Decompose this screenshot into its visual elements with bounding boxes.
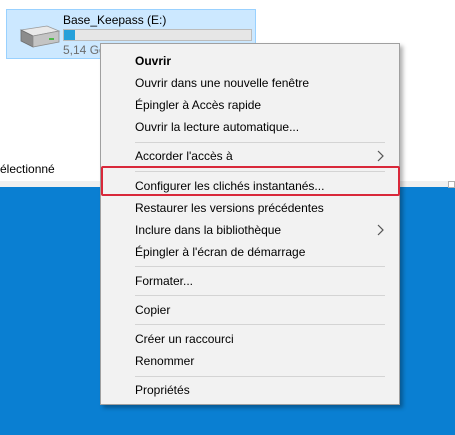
menu-item-label: Épingler à l'écran de démarrage (135, 245, 306, 259)
hard-drive-icon (19, 25, 61, 48)
menu-item-label: Ouvrir dans une nouvelle fenêtre (135, 76, 310, 90)
menu-item-label: Copier (135, 303, 171, 317)
menu-item-open[interactable]: Ouvrir (101, 50, 399, 72)
chevron-right-icon (377, 150, 384, 162)
menu-separator (135, 324, 385, 325)
drive-usage-bar (63, 29, 252, 41)
highlight-annotation-box (101, 166, 400, 196)
menu-item-properties[interactable]: Propriétés (101, 379, 399, 401)
menu-item-label: Accorder l'accès à (135, 149, 233, 163)
drive-name: Base_Keepass (E:) (63, 13, 167, 27)
context-menu: Ouvrir Ouvrir dans une nouvelle fenêtre … (100, 43, 400, 405)
drive-usage-fill (64, 30, 76, 40)
menu-item-label: Formater... (135, 274, 194, 288)
menu-item-label: Ouvrir (135, 54, 172, 68)
menu-item-label: Restaurer les versions précédentes (135, 201, 324, 215)
menu-item-include-in-library[interactable]: Inclure dans la bibliothèque (101, 219, 399, 241)
menu-item-restore-previous-versions[interactable]: Restaurer les versions précédentes (101, 197, 399, 219)
menu-item-pin-to-start[interactable]: Épingler à l'écran de démarrage (101, 241, 399, 263)
menu-item-autoplay[interactable]: Ouvrir la lecture automatique... (101, 116, 399, 138)
menu-item-copy[interactable]: Copier (101, 299, 399, 321)
menu-item-format[interactable]: Formater... (101, 270, 399, 292)
menu-item-label: Inclure dans la bibliothèque (135, 223, 282, 237)
menu-item-give-access[interactable]: Accorder l'accès à (101, 145, 399, 167)
menu-separator (135, 142, 385, 143)
menu-item-open-new-window[interactable]: Ouvrir dans une nouvelle fenêtre (101, 72, 399, 94)
scroll-corner (448, 181, 455, 188)
menu-separator (135, 295, 385, 296)
menu-item-rename[interactable]: Renommer (101, 350, 399, 372)
menu-item-label: Ouvrir la lecture automatique... (135, 120, 300, 134)
menu-item-label: Renommer (135, 354, 195, 368)
menu-item-pin-quick-access[interactable]: Épingler à Accès rapide (101, 94, 399, 116)
menu-item-label: Propriétés (135, 383, 190, 397)
status-bar-text: électionné (0, 162, 55, 176)
menu-item-create-shortcut[interactable]: Créer un raccourci (101, 328, 399, 350)
chevron-right-icon (377, 224, 384, 236)
menu-separator (135, 376, 385, 377)
menu-item-label: Créer un raccourci (135, 332, 234, 346)
menu-item-label: Épingler à Accès rapide (135, 98, 262, 112)
menu-separator (135, 266, 385, 267)
